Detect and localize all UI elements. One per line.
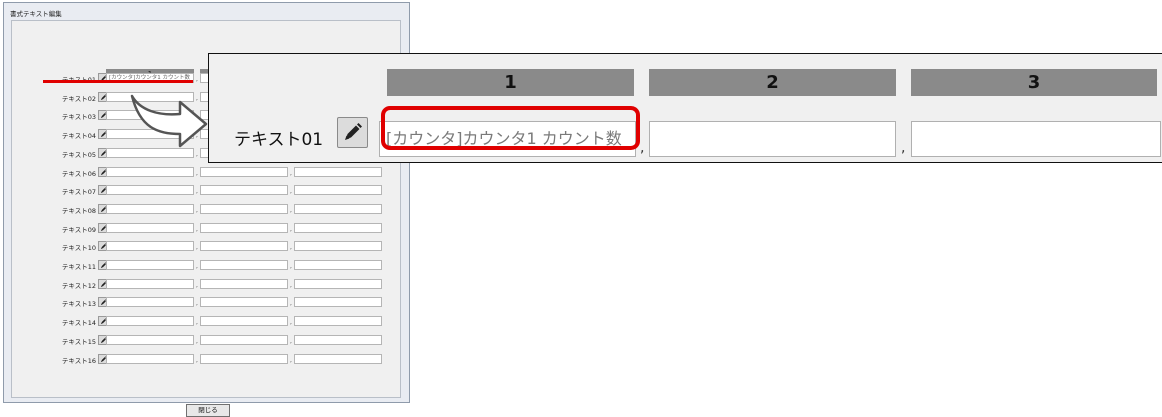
separator: , bbox=[196, 76, 198, 83]
text-row: テキスト07,, bbox=[12, 185, 402, 197]
text-field-1[interactable] bbox=[106, 260, 194, 270]
row-label: テキスト05 bbox=[61, 150, 96, 159]
text-field-3[interactable] bbox=[294, 334, 382, 345]
row-label: テキスト16 bbox=[61, 356, 96, 365]
text-row: テキスト06,, bbox=[12, 166, 402, 179]
text-field-2[interactable] bbox=[200, 297, 288, 308]
text-field-3[interactable] bbox=[294, 241, 382, 252]
text-field-1[interactable] bbox=[106, 334, 194, 345]
text-field-1[interactable] bbox=[106, 297, 194, 308]
zoom-edit-button[interactable] bbox=[337, 117, 368, 148]
text-field-3[interactable] bbox=[294, 185, 382, 196]
separator: , bbox=[196, 244, 198, 252]
close-button[interactable]: 閉じる bbox=[186, 404, 230, 417]
separator: , bbox=[196, 337, 198, 345]
row-label: テキスト11 bbox=[61, 263, 96, 271]
text-row: テキスト10,, bbox=[12, 241, 402, 253]
row-label: テキスト13 bbox=[61, 300, 96, 309]
row-label: テキスト08 bbox=[61, 206, 96, 215]
arrow-right-icon bbox=[130, 94, 208, 148]
separator: , bbox=[196, 281, 198, 289]
row-label: テキスト15 bbox=[61, 337, 96, 346]
separator: , bbox=[290, 337, 292, 345]
row-label: テキスト12 bbox=[61, 281, 96, 290]
text-field-1[interactable] bbox=[106, 185, 194, 196]
dialog-title: 書式テキスト編集 bbox=[10, 10, 62, 18]
separator: , bbox=[290, 263, 292, 270]
text-field-2[interactable] bbox=[200, 203, 288, 214]
separator: , bbox=[290, 206, 292, 214]
pencil-icon bbox=[345, 123, 362, 140]
row-label: テキスト09 bbox=[61, 225, 96, 234]
separator: , bbox=[196, 206, 198, 214]
zoom-text-field-3[interactable] bbox=[911, 121, 1161, 157]
row-label: テキスト07 bbox=[61, 188, 96, 197]
text-field-2[interactable] bbox=[200, 278, 288, 289]
separator: , bbox=[290, 188, 292, 196]
text-field-2[interactable] bbox=[200, 316, 288, 327]
text-field-1[interactable] bbox=[106, 278, 194, 289]
row-label: テキスト10 bbox=[61, 244, 96, 253]
row-label: テキスト06 bbox=[61, 169, 96, 178]
row-label: テキスト02 bbox=[61, 94, 96, 103]
zoom-row-label: テキスト01 bbox=[234, 130, 324, 150]
zoom-column-header-1: 1 bbox=[387, 69, 634, 96]
separator: , bbox=[290, 225, 292, 233]
text-field-3[interactable] bbox=[294, 203, 382, 214]
separator: , bbox=[290, 244, 292, 252]
highlight-underline bbox=[43, 80, 193, 83]
text-field-2[interactable] bbox=[200, 260, 288, 270]
text-field-3[interactable] bbox=[294, 260, 382, 270]
row-label: テキスト14 bbox=[61, 319, 96, 328]
separator: , bbox=[290, 356, 292, 364]
text-field-1[interactable] bbox=[106, 316, 194, 327]
separator: , bbox=[196, 300, 198, 308]
row-label: テキスト04 bbox=[61, 132, 96, 141]
text-field-1[interactable] bbox=[106, 166, 194, 177]
text-row: テキスト09,, bbox=[12, 222, 402, 235]
zoom-column-header-2: 2 bbox=[649, 69, 896, 96]
red-highlight-box bbox=[381, 106, 640, 150]
text-row: テキスト14,, bbox=[12, 316, 402, 328]
text-field-1[interactable] bbox=[106, 203, 194, 214]
text-row: テキスト13,, bbox=[12, 297, 402, 309]
zoom-column-header-3: 3 bbox=[911, 69, 1157, 96]
text-field-1[interactable] bbox=[106, 222, 194, 233]
text-row: テキスト15,, bbox=[12, 334, 402, 347]
text-field-2[interactable] bbox=[200, 222, 288, 233]
separator: , bbox=[196, 169, 198, 177]
text-field-3[interactable] bbox=[294, 316, 382, 327]
separator: , bbox=[196, 263, 198, 270]
separator: , bbox=[290, 300, 292, 308]
text-field-2[interactable] bbox=[200, 185, 288, 196]
text-field-2[interactable] bbox=[200, 166, 288, 177]
text-field-1[interactable] bbox=[106, 353, 194, 364]
text-field-2[interactable] bbox=[200, 241, 288, 252]
separator: , bbox=[290, 169, 292, 177]
text-field-3[interactable] bbox=[294, 353, 382, 364]
text-row: テキスト08,, bbox=[12, 203, 402, 216]
zoom-callout: 1 2 3 テキスト01 [カウンタ]カウンタ1 カウント数 , , bbox=[208, 53, 1162, 163]
text-field-3[interactable] bbox=[294, 166, 382, 177]
row-label: テキスト03 bbox=[61, 113, 96, 122]
text-field-2[interactable] bbox=[200, 334, 288, 345]
separator: , bbox=[196, 319, 198, 327]
text-field-3[interactable] bbox=[294, 222, 382, 233]
zoom-separator-2: , bbox=[901, 140, 906, 156]
text-field-3[interactable] bbox=[294, 278, 382, 289]
separator: , bbox=[290, 281, 292, 289]
zoom-separator-1: , bbox=[640, 140, 645, 156]
text-field-3[interactable] bbox=[294, 297, 382, 308]
text-row: テキスト11,, bbox=[12, 260, 402, 272]
text-field-2[interactable] bbox=[200, 353, 288, 364]
separator: , bbox=[290, 319, 292, 327]
text-field-1[interactable] bbox=[106, 241, 194, 252]
zoom-text-field-2[interactable] bbox=[649, 121, 896, 157]
text-row: テキスト16,, bbox=[12, 353, 402, 366]
separator: , bbox=[196, 188, 198, 196]
separator: , bbox=[196, 356, 198, 364]
separator: , bbox=[196, 225, 198, 233]
text-row: テキスト12,, bbox=[12, 278, 402, 291]
